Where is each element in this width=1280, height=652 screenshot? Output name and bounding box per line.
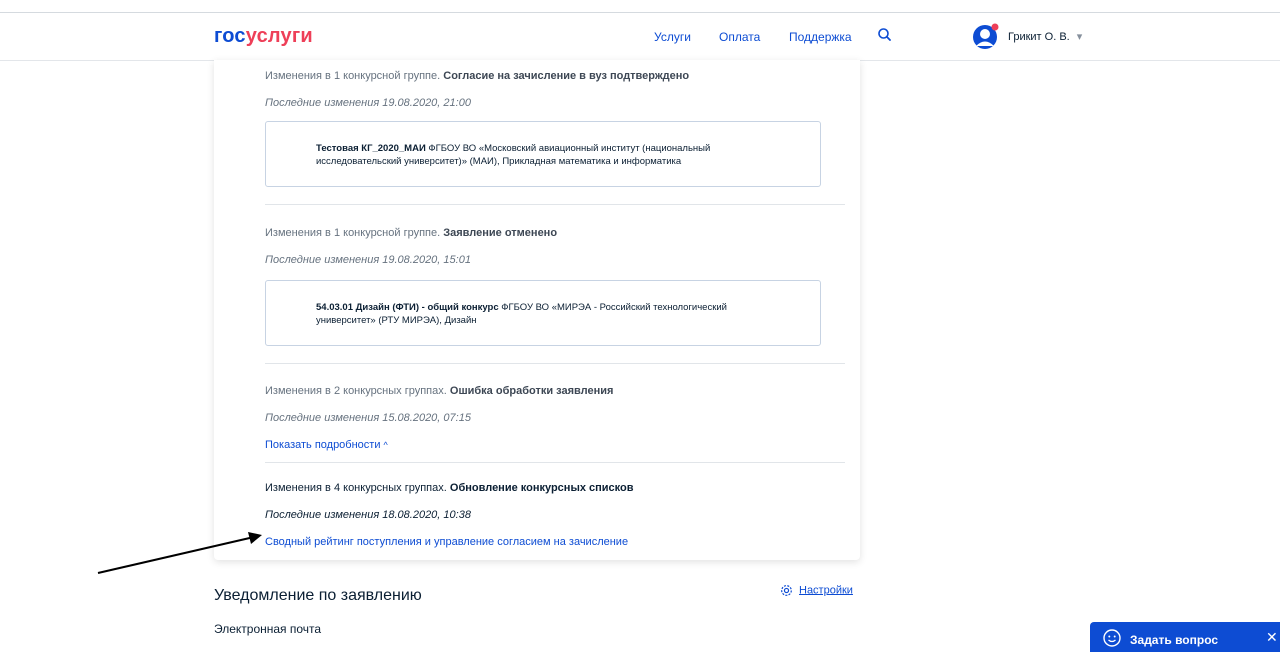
ask-question-button[interactable]: Задать вопрос ✕ [1090, 622, 1280, 652]
history-event: Изменения в 1 конкурсной группе. Согласи… [265, 69, 845, 109]
history-event: Изменения в 1 конкурсной группе. Заявлен… [265, 226, 845, 266]
ask-question-label: Задать вопрос [1130, 633, 1219, 647]
settings-button[interactable]: Настройки [780, 584, 853, 597]
chevron-down-icon: ▾ [1076, 31, 1083, 43]
email-label: Электронная почта [214, 622, 322, 636]
gosuslugi-logo[interactable]: госуслуги [214, 25, 313, 48]
chevron-up-icon: ^ [383, 440, 388, 450]
group-name: Тестовая КГ_2020_МАИ [316, 143, 426, 154]
notification-dot-icon [991, 23, 999, 31]
event-title: Изменения в 4 конкурсных группах. Обновл… [265, 482, 634, 494]
event-title: Изменения в 1 конкурсной группе. Заявлен… [265, 227, 558, 239]
settings-label: Настройки [799, 584, 853, 597]
event-date: Последние изменения 19.08.2020, 15:01 [265, 254, 471, 266]
application-history-card: Изменения в 1 конкурсной группе. Согласи… [214, 60, 860, 560]
search-icon[interactable] [876, 26, 894, 44]
event-date: Последние изменения 15.08.2020, 07:15 [265, 412, 471, 424]
divider [265, 363, 845, 364]
event-date: Последние изменения 18.08.2020, 10:38 [265, 509, 471, 521]
competition-group-card: 54.03.01 Дизайн (ФТИ) - общий конкурс ФГ… [265, 280, 821, 346]
user-menu[interactable]: Грикит О. В. ▾ [1008, 30, 1082, 43]
rating-and-consent-link[interactable]: Сводный рейтинг поступления и управление… [265, 536, 628, 548]
divider [265, 204, 845, 205]
avatar-icon[interactable] [972, 22, 1000, 50]
nav-support[interactable]: Поддержка [789, 30, 852, 44]
divider [265, 462, 845, 463]
close-icon[interactable]: ✕ [1266, 629, 1278, 646]
event-title: Изменения в 1 конкурсной группе. Согласи… [265, 70, 690, 82]
gear-icon [780, 584, 793, 597]
event-title: Изменения в 2 конкурсных группах. Ошибка… [265, 385, 614, 397]
show-details-link[interactable]: Показать подробности ^ [265, 439, 388, 451]
notifications-title: Уведомление по заявлению [214, 587, 422, 604]
group-name: 54.03.01 Дизайн (ФТИ) - общий конкурс [316, 302, 499, 313]
arrow-annotation [97, 532, 262, 574]
chat-face-icon [1103, 629, 1121, 647]
event-date: Последние изменения 19.08.2020, 21:00 [265, 97, 471, 109]
nav-services[interactable]: Услуги [654, 30, 691, 44]
history-event: Изменения в 2 конкурсных группах. Ошибка… [265, 384, 845, 453]
user-name: Грикит О. В. [1008, 31, 1070, 43]
competition-group-card: Тестовая КГ_2020_МАИ ФГБОУ ВО «Московски… [265, 121, 821, 187]
nav-payment[interactable]: Оплата [719, 30, 760, 44]
history-event: Изменения в 4 конкурсных группах. Обновл… [265, 481, 845, 550]
site-header: госуслуги Услуги Оплата Поддержка Грикит… [0, 13, 1280, 61]
